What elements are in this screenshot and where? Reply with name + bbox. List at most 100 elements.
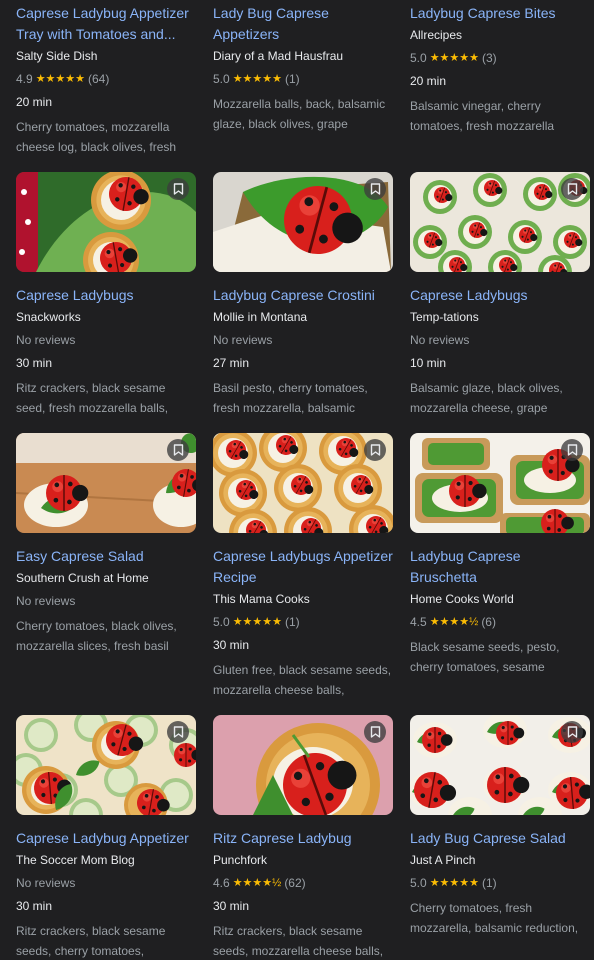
bookmark-icon xyxy=(370,444,381,456)
recipe-title[interactable]: Easy Caprese Salad xyxy=(16,546,196,567)
recipe-rating: 4.6 ★★★★½ (62) xyxy=(213,875,393,891)
recipe-rating: 5.0 ★★★★★ (1) xyxy=(213,71,393,87)
recipe-source: Allrecipes xyxy=(410,28,463,42)
star-icon: ★★★★★ xyxy=(232,616,282,628)
bookmark-button[interactable] xyxy=(561,439,583,461)
star-icon: ★★★★½ xyxy=(232,877,282,889)
ingredients-list: Ritz crackers, black sesame seed, fresh … xyxy=(16,381,169,415)
cook-time: 20 min xyxy=(410,74,447,88)
rating-value: 5.0 xyxy=(213,72,230,86)
review-count: (1) xyxy=(482,876,497,890)
cook-time: 30 min xyxy=(16,899,53,913)
bookmark-button[interactable] xyxy=(167,439,189,461)
star-icon: ★★★★★ xyxy=(35,73,85,85)
recipe-rating: 5.0 ★★★★★ (1) xyxy=(410,875,590,891)
recipe-title[interactable]: Lady Bug Caprese Appetizers xyxy=(213,3,393,45)
rating-value: 5.0 xyxy=(410,876,427,890)
recipe-source: Temp-tations xyxy=(410,310,479,324)
bookmark-button[interactable] xyxy=(364,439,386,461)
ingredients-list: Ritz crackers, black sesame seeds, mozza… xyxy=(213,924,384,958)
recipe-source: Just A Pinch xyxy=(410,853,476,867)
recipe-grid: Caprese Ladybug Appetizer Tray with Toma… xyxy=(16,0,590,960)
bookmark-icon xyxy=(173,444,184,456)
rating-value: 5.0 xyxy=(213,615,230,629)
bookmark-button[interactable] xyxy=(167,721,189,743)
recipe-card[interactable]: Caprese Ladybugs Appetizer Recipe This Ma… xyxy=(213,433,393,700)
no-reviews-label: No reviews xyxy=(213,333,273,347)
recipe-rating: 4.5 ★★★★½ (6) xyxy=(410,614,590,630)
bookmark-icon xyxy=(370,183,381,195)
recipe-source: This Mama Cooks xyxy=(213,592,310,606)
recipe-card[interactable]: Ladybug Caprese Crostini Mollie in Montan… xyxy=(213,172,393,418)
bookmark-button[interactable] xyxy=(364,721,386,743)
recipe-card[interactable]: Ladybug Caprese Bruschetta Home Cooks Wor… xyxy=(410,433,590,677)
review-count: (1) xyxy=(285,615,300,629)
recipe-title[interactable]: Ladybug Caprese Bruschetta xyxy=(410,546,590,588)
rating-value: 4.5 xyxy=(410,615,427,629)
recipe-source: Diary of a Mad Hausfrau xyxy=(213,49,344,63)
recipe-title[interactable]: Ritz Caprese Ladybug xyxy=(213,828,393,849)
recipe-card[interactable]: Lady Bug Caprese Appetizers Diary of a Ma… xyxy=(213,3,393,134)
recipe-rating: 5.0 ★★★★★ (1) xyxy=(213,614,393,630)
ingredients-list: Black sesame seeds, pesto, cherry tomato… xyxy=(410,640,560,674)
star-icon: ★★★★½ xyxy=(429,616,479,628)
bookmark-button[interactable] xyxy=(167,178,189,200)
ingredients-list: Ritz crackers, black sesame seeds, cherr… xyxy=(16,924,166,958)
recipe-thumbnail[interactable] xyxy=(213,715,393,815)
review-count: (6) xyxy=(481,615,496,629)
recipe-card[interactable]: Ritz Caprese Ladybug Punchfork 4.6 ★★★★½ … xyxy=(213,715,393,960)
no-reviews-label: No reviews xyxy=(16,594,76,608)
review-count: (64) xyxy=(88,72,110,86)
bookmark-button[interactable] xyxy=(561,178,583,200)
bookmark-icon xyxy=(567,444,578,456)
recipe-card[interactable]: Lady Bug Caprese Salad Just A Pinch 5.0 ★… xyxy=(410,715,590,938)
recipe-thumbnail[interactable] xyxy=(213,433,393,533)
bookmark-icon xyxy=(370,726,381,738)
recipe-source: Mollie in Montana xyxy=(213,310,308,324)
ingredients-list: Mozzarella balls, back, balsamic glaze, … xyxy=(213,97,386,131)
recipe-thumbnail[interactable] xyxy=(16,715,196,815)
recipe-card[interactable]: Caprese Ladybug Appetizer The Soccer Mom … xyxy=(16,715,196,960)
no-reviews-label: No reviews xyxy=(410,333,470,347)
recipe-card[interactable]: Ladybug Caprese Bites Allrecipes 5.0 ★★★★… xyxy=(410,3,590,136)
recipe-title[interactable]: Caprese Ladybug Appetizer xyxy=(16,828,196,849)
bookmark-button[interactable] xyxy=(561,721,583,743)
cook-time: 30 min xyxy=(213,899,250,913)
recipe-source: Home Cooks World xyxy=(410,592,514,606)
bookmark-icon xyxy=(567,183,578,195)
recipe-thumbnail[interactable] xyxy=(410,715,590,815)
recipe-card[interactable]: Easy Caprese Salad Southern Crush at Home… xyxy=(16,433,196,656)
recipe-thumbnail[interactable] xyxy=(410,172,590,272)
ingredients-list: Cherry tomatoes, mozzarella cheese log, … xyxy=(16,120,177,154)
recipe-thumbnail[interactable] xyxy=(16,172,196,272)
bookmark-icon xyxy=(567,726,578,738)
bookmark-icon xyxy=(173,183,184,195)
recipe-source: The Soccer Mom Blog xyxy=(16,853,135,867)
recipe-title[interactable]: Lady Bug Caprese Salad xyxy=(410,828,590,849)
ingredients-list: Basil pesto, cherry tomatoes, fresh mozz… xyxy=(213,381,368,415)
recipe-card[interactable]: Caprese Ladybugs Snackworks No reviews 30 m… xyxy=(16,172,196,418)
recipe-thumbnail[interactable] xyxy=(213,172,393,272)
no-reviews-label: No reviews xyxy=(16,333,76,347)
rating-value: 5.0 xyxy=(410,51,427,65)
cook-time: 20 min xyxy=(16,95,53,109)
recipe-card[interactable]: Caprese Ladybug Appetizer Tray with Toma… xyxy=(16,3,196,157)
cook-time: 30 min xyxy=(16,356,53,370)
recipe-title[interactable]: Caprese Ladybugs xyxy=(410,285,590,306)
bookmark-button[interactable] xyxy=(364,178,386,200)
recipe-title[interactable]: Caprese Ladybugs xyxy=(16,285,196,306)
recipe-title[interactable]: Caprese Ladybug Appetizer Tray with Toma… xyxy=(16,3,196,45)
recipe-card[interactable]: Caprese Ladybugs Temp-tations No reviews 10… xyxy=(410,172,590,418)
recipe-title[interactable]: Caprese Ladybugs Appetizer Recipe xyxy=(213,546,393,588)
no-reviews-label: No reviews xyxy=(16,876,76,890)
cook-time: 27 min xyxy=(213,356,250,370)
star-icon: ★★★★★ xyxy=(429,52,479,64)
recipe-rating: 5.0 ★★★★★ (3) xyxy=(410,50,590,66)
recipe-title[interactable]: Ladybug Caprese Crostini xyxy=(213,285,393,306)
recipe-thumbnail[interactable] xyxy=(16,433,196,533)
bookmark-icon xyxy=(173,726,184,738)
recipe-title[interactable]: Ladybug Caprese Bites xyxy=(410,3,590,24)
recipe-thumbnail[interactable] xyxy=(410,433,590,533)
ingredients-list: Balsamic vinegar, cherry tomatoes, fresh… xyxy=(410,99,555,133)
review-count: (3) xyxy=(482,51,497,65)
